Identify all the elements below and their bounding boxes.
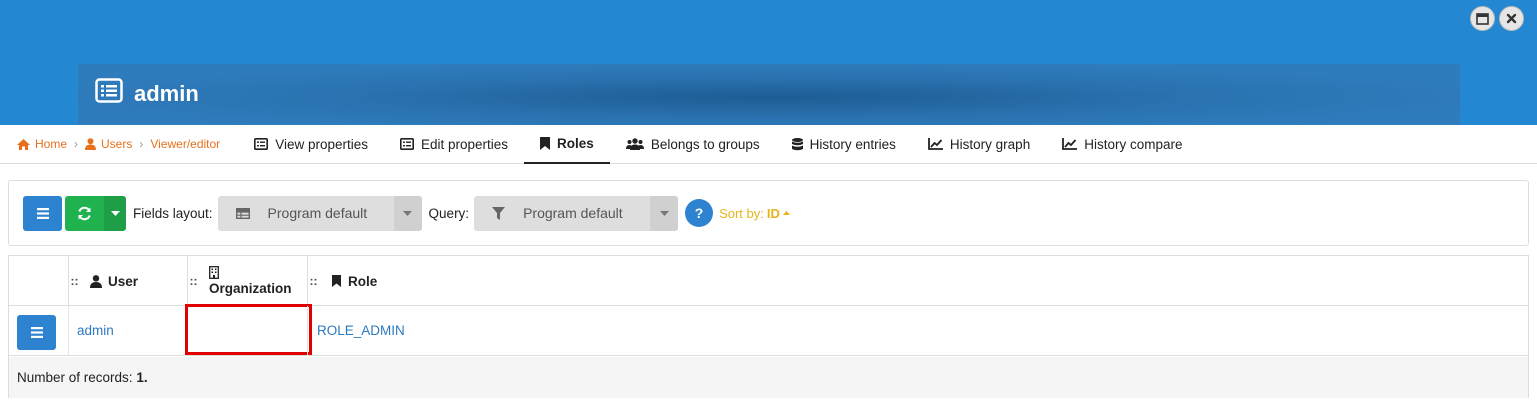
menu-button[interactable]: [23, 195, 62, 231]
tab-history-entries[interactable]: History entries: [776, 125, 912, 164]
bookmark-icon: [332, 275, 341, 287]
filter-icon: [492, 206, 506, 220]
query-select[interactable]: Program default: [474, 195, 679, 231]
caret-down-icon[interactable]: [393, 195, 422, 231]
refresh-options-dropdown[interactable]: [104, 195, 126, 231]
sort-by-link[interactable]: Sort by: ID: [719, 206, 790, 221]
breadcrumb-separator: ›: [74, 137, 79, 151]
table-icon: [235, 207, 250, 219]
column-header-organization[interactable]: Organization: [209, 256, 292, 306]
breadcrumb-users[interactable]: Users: [85, 137, 132, 151]
bars-icon: [30, 327, 43, 338]
tab-view-properties[interactable]: View properties: [238, 125, 384, 164]
column-drag-handle[interactable]: ::: [188, 256, 199, 306]
bookmark-icon: [540, 136, 551, 150]
column-drag-handle[interactable]: ::: [69, 256, 80, 306]
window-maximize-icon[interactable]: [1470, 6, 1495, 31]
building-icon: [209, 266, 219, 279]
column-header-user[interactable]: User: [90, 256, 138, 306]
bars-icon: [36, 207, 49, 219]
refresh-button[interactable]: [65, 195, 104, 231]
table-row[interactable]: admin ROLE_ADMIN: [9, 304, 1528, 356]
list-alt-icon: [400, 138, 414, 150]
tab-roles[interactable]: Roles: [524, 125, 610, 164]
close-icon[interactable]: [1499, 6, 1524, 31]
line-chart-icon: [928, 138, 943, 150]
title-banner: admin: [78, 64, 1460, 125]
list-alt-icon: [254, 138, 269, 150]
help-button[interactable]: ?: [685, 199, 714, 227]
list-icon: [95, 78, 123, 109]
users-icon: [625, 138, 644, 150]
window-header: admin: [0, 0, 1537, 125]
tab-history-compare[interactable]: History compare: [1046, 125, 1198, 164]
record-count: Number of records: 1.: [9, 357, 1528, 398]
user-link[interactable]: admin: [77, 323, 114, 338]
query-label: Query:: [428, 205, 470, 221]
tab-bar: Home › Users › Viewer/editor View proper…: [0, 125, 1537, 164]
user-icon: [90, 274, 102, 288]
column-drag-handle[interactable]: ::: [308, 256, 319, 306]
database-icon: [791, 137, 803, 150]
fields-layout-label: Fields layout:: [133, 205, 213, 221]
highlight-box: [185, 304, 312, 355]
tab-belongs-to-groups[interactable]: Belongs to groups: [610, 125, 776, 164]
home-icon: [17, 138, 30, 150]
caret-down-icon: [110, 210, 120, 216]
toolbar: Fields layout: Program default Query: Pr…: [8, 180, 1529, 246]
breadcrumb-viewer-editor[interactable]: Viewer/editor: [150, 137, 220, 151]
tab-edit-properties[interactable]: Edit properties: [384, 125, 524, 164]
breadcrumb: Home › Users › Viewer/editor: [0, 137, 220, 151]
line-chart-icon: [1062, 138, 1078, 150]
table-header: :: User :: Organization :: Role: [9, 256, 1528, 306]
refresh-icon: [78, 206, 91, 220]
caret-up-icon: [782, 211, 790, 215]
row-menu-button[interactable]: [17, 315, 56, 350]
page-title: admin: [134, 80, 199, 106]
role-link[interactable]: ROLE_ADMIN: [317, 323, 405, 338]
breadcrumb-home[interactable]: Home: [17, 137, 67, 151]
caret-down-icon[interactable]: [650, 195, 679, 231]
roles-table: :: User :: Organization :: Role admin RO…: [8, 255, 1529, 398]
fields-layout-select[interactable]: Program default: [217, 195, 422, 231]
user-icon: [85, 138, 97, 150]
breadcrumb-separator: ›: [139, 137, 144, 151]
tab-history-graph[interactable]: History graph: [912, 125, 1046, 164]
column-header-role[interactable]: Role: [332, 256, 377, 306]
